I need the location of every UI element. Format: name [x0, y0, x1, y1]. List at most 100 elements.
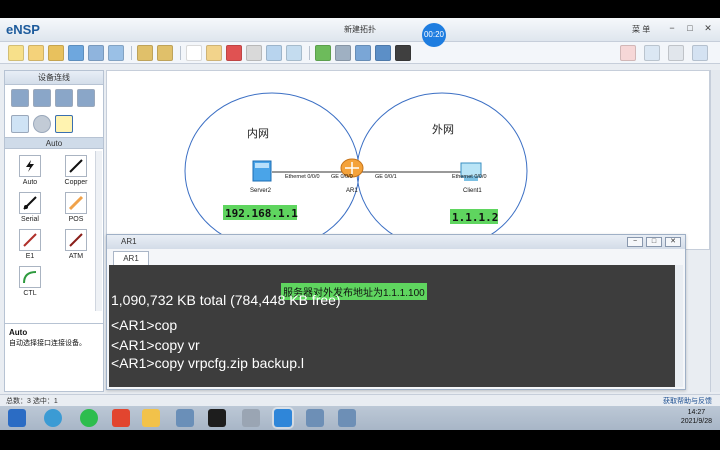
text-icon[interactable] — [266, 44, 282, 61]
zone-outer-label: 外网 — [432, 123, 454, 136]
letterbox-bottom — [0, 430, 720, 450]
edge-browser-icon[interactable] — [44, 409, 62, 427]
port-label: Ethernet 0/0/0 — [452, 174, 487, 180]
cable-label: POS — [68, 216, 84, 223]
router-label: AR1 — [346, 188, 358, 194]
menu-button[interactable]: 菜 单 — [632, 24, 650, 35]
tab-ar1[interactable]: AR1 — [113, 251, 149, 265]
system-clock[interactable]: 14:27 2021/9/28 — [681, 408, 712, 426]
new-topology-icon[interactable] — [8, 44, 24, 61]
console-close-icon[interactable]: ✕ — [665, 237, 681, 247]
app-icon[interactable] — [112, 409, 130, 427]
wechat-icon[interactable] — [80, 409, 98, 427]
server-label: Server2 — [250, 188, 272, 194]
copper-cable-icon — [65, 155, 87, 177]
help-feedback-link[interactable]: 获取帮助与反馈 — [663, 396, 712, 406]
recording-timer[interactable]: 00:20 — [422, 23, 446, 47]
selection-count: 总数：3 选中：1 — [6, 398, 58, 405]
eraser-icon[interactable] — [246, 44, 262, 61]
help-icon[interactable] — [692, 45, 708, 61]
terminal-line: <AR1>cop — [111, 317, 178, 333]
cable-ctl[interactable]: CTL — [7, 266, 53, 297]
open-icon[interactable] — [48, 44, 64, 61]
serial-cable-icon — [19, 192, 41, 214]
select-pointer-icon[interactable] — [186, 44, 202, 61]
taskbar: 14:27 2021/9/28 — [0, 406, 720, 430]
console-maximize-icon[interactable]: □ — [646, 237, 662, 247]
e1-cable-icon — [19, 229, 41, 251]
start-all-icon[interactable] — [315, 44, 331, 61]
outer-network-zone — [356, 92, 528, 250]
category-label: Auto — [5, 137, 103, 149]
screen: eNSP 新建拓扑 00:20 菜 单 − □ ✕ 设备连线 Auto Auto… — [0, 0, 720, 450]
title-bar: eNSP 新建拓扑 00:20 菜 单 − □ ✕ — [0, 18, 720, 47]
capture-icon[interactable] — [355, 44, 371, 61]
cable-auto[interactable]: Auto — [7, 155, 53, 186]
chat-icon[interactable] — [620, 45, 636, 61]
atm-cable-icon — [65, 229, 87, 251]
screen-icon[interactable] — [395, 44, 411, 61]
topology-canvas[interactable]: 内网 外网 Server2 AR1 Client1 Ethernet 0/0/0… — [106, 70, 710, 250]
cable-label: E1 — [25, 253, 35, 260]
clock-date: 2021/9/28 — [680, 418, 712, 425]
zone-inner-label: 内网 — [247, 126, 269, 140]
cable-label: Copper — [64, 179, 88, 186]
lightning-icon — [19, 155, 41, 177]
redo-icon[interactable] — [157, 44, 173, 61]
delete-icon[interactable] — [226, 44, 242, 61]
windows-start-icon[interactable] — [8, 409, 26, 427]
cable-category-icon[interactable] — [55, 115, 73, 133]
cable-copper[interactable]: Copper — [53, 155, 99, 186]
new-icon[interactable] — [28, 44, 44, 61]
hand-icon[interactable] — [206, 44, 222, 61]
toolbar-right — [620, 45, 710, 61]
console-minimize-icon[interactable]: − — [627, 237, 643, 247]
toolbar-divider — [131, 45, 132, 60]
clock-time: 14:27 — [687, 409, 706, 416]
panel-scrollbar[interactable] — [95, 151, 102, 311]
print-icon[interactable] — [108, 44, 124, 61]
inner-network-zone — [184, 92, 360, 250]
maximize-icon[interactable]: □ — [684, 22, 696, 34]
palette-icon[interactable] — [286, 44, 302, 61]
terminal-scrollbar[interactable] — [675, 265, 683, 387]
terminal-line: <AR1>copy vrpcfg.zip backup.l — [111, 355, 304, 371]
ip-inner-label: 192.168.1.1 — [225, 207, 298, 220]
terminal-icon[interactable] — [208, 409, 226, 427]
file-explorer-icon[interactable] — [142, 409, 160, 427]
window-icon[interactable] — [242, 409, 260, 427]
cable-serial[interactable]: Serial — [7, 192, 53, 223]
cable-info: Auto 自动选择接口连接设备。 — [5, 323, 103, 391]
window-controls: − □ ✕ — [666, 22, 714, 34]
save-as-icon[interactable] — [88, 44, 104, 61]
canvas-scrollbar[interactable] — [710, 70, 720, 392]
stop-all-icon[interactable] — [335, 44, 351, 61]
cable-label: Auto — [22, 179, 38, 186]
cable-label: Serial — [21, 216, 39, 223]
wlan-icon[interactable] — [55, 89, 73, 107]
minimize-icon[interactable]: − — [666, 22, 678, 34]
undo-icon[interactable] — [137, 44, 153, 61]
network-app-icon[interactable] — [176, 409, 194, 427]
cloud-icon[interactable] — [33, 115, 51, 133]
save-icon[interactable] — [68, 44, 84, 61]
terminal[interactable]: 服务器对外发布地址为1.1.1.100 1,090,732 KB total (… — [109, 265, 683, 387]
settings-icon[interactable] — [668, 45, 684, 61]
cable-pos[interactable]: POS — [53, 192, 99, 223]
pc-icon[interactable] — [11, 115, 29, 133]
cable-e1[interactable]: E1 — [7, 229, 53, 260]
topology-icon[interactable] — [375, 44, 391, 61]
info-description: 自动选择接口连接设备。 — [9, 340, 86, 347]
huawei-icon[interactable] — [644, 45, 660, 61]
firewall-icon[interactable] — [77, 89, 95, 107]
cable-atm[interactable]: ATM — [53, 229, 99, 260]
ensp-icon[interactable] — [274, 409, 292, 427]
server-device[interactable] — [252, 160, 272, 182]
window-title: 新建拓扑 — [344, 25, 376, 34]
close-icon[interactable]: ✕ — [702, 22, 714, 34]
ensp-window-icon[interactable] — [306, 409, 324, 427]
switch-icon[interactable] — [33, 89, 51, 107]
console-window[interactable]: AR1 − □ ✕ AR1 服务器对外发布地址为1.1.1.100 1,090,… — [106, 234, 686, 390]
ensp-window-2-icon[interactable] — [338, 409, 356, 427]
router-icon[interactable] — [11, 89, 29, 107]
